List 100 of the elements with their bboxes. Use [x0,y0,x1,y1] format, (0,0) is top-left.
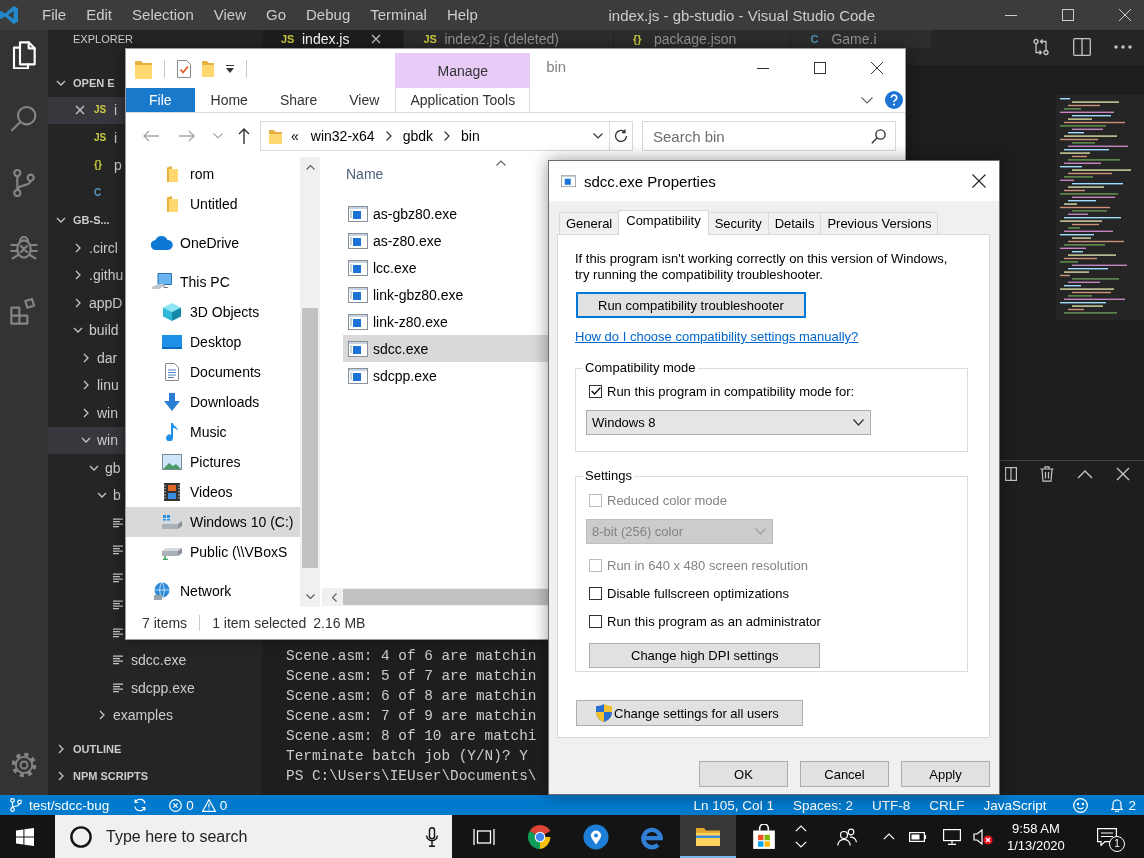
dialog-button[interactable]: Apply [901,761,990,787]
chevron-right-icon[interactable] [444,131,450,141]
help-icon[interactable] [885,91,903,109]
address-bar[interactable]: « win32-x64 gbdk bin [260,121,610,151]
more-icon[interactable] [1114,45,1132,49]
bug-icon[interactable] [10,233,38,261]
tree-item[interactable]: win [48,426,125,454]
close-icon[interactable] [871,62,883,74]
bell-icon[interactable] [1111,798,1124,812]
ribbon-tab[interactable]: Share [263,88,334,112]
refresh-button[interactable] [610,121,633,151]
dialog-tab[interactable]: Previous Versions [820,212,939,234]
file-item[interactable]: sdcpp.exe [343,362,548,389]
chevron-right-icon[interactable] [385,131,392,141]
checkbox-label[interactable]: Run this program as an administrator [607,613,821,629]
people-icon[interactable] [837,827,857,846]
dialog-tab[interactable]: General [559,212,620,234]
error-count[interactable]: 0 [186,797,194,813]
dpi-settings-button[interactable]: Change high DPI settings [589,643,821,668]
section-header[interactable]: GB-S... [48,206,125,234]
nav-item[interactable]: Desktop [126,327,300,357]
warning-icon[interactable] [201,798,216,812]
menu-item[interactable]: File [32,0,77,30]
search-icon[interactable] [10,105,38,133]
all-users-button[interactable]: Change settings for all users [576,700,803,726]
up-arrow-icon[interactable] [238,128,250,144]
customize-arrow-icon[interactable] [226,64,234,73]
scroll-left-icon[interactable] [332,592,337,602]
microphone-icon[interactable] [426,826,438,847]
tree-item[interactable]: sdcc.exe [48,646,191,674]
nav-item[interactable]: rom [126,159,300,189]
scroll-up-icon[interactable] [305,165,315,170]
dialog-button[interactable]: OK [699,761,788,787]
breadcrumb-item[interactable]: gbdk [402,128,433,144]
settings-icon[interactable] [10,751,38,779]
status-item[interactable]: JavaScript [983,797,1047,813]
menu-item[interactable]: Go [256,0,296,30]
tree-item[interactable]: examples [48,701,177,729]
section-header[interactable]: OPEN E [48,69,125,97]
branch-icon[interactable] [10,169,38,197]
editor-tab[interactable]: C Game.i [791,30,932,48]
file-item[interactable]: link-gbz80.exe [343,281,548,308]
file-item[interactable]: as-gbz80.exe [343,200,548,227]
checkbox[interactable] [589,614,602,628]
help-link[interactable]: How do I choose compatibility settings manually? [575,329,859,345]
dropdown[interactable]: Windows 8 [586,410,871,435]
notification-count[interactable]: 2 [1128,797,1136,813]
notification-icon[interactable] [1097,827,1117,846]
nav-item[interactable]: Untitled [126,189,300,219]
warning-count[interactable]: 0 [219,797,228,813]
column-header[interactable]: Name [346,165,384,182]
tree-item[interactable]: dar [48,344,125,372]
nav-item[interactable]: OneDrive [126,228,300,258]
nav-item[interactable]: 3D Objects [126,297,300,327]
dialog-tab[interactable]: Security [707,212,769,234]
menu-item[interactable]: Selection [122,0,204,30]
open-editor-item[interactable]: JS i [48,96,125,124]
menu-item[interactable]: View [203,0,256,30]
breadcrumb-item[interactable]: bin [461,128,480,144]
tree-item[interactable]: sdcpp.exe [48,674,199,702]
checkbox-label[interactable]: Run this program in compatibility mode for: [607,383,855,399]
checkbox[interactable] [589,586,602,600]
scroll-down-icon[interactable] [305,594,315,599]
open-editor-item[interactable]: JS i [48,124,125,152]
tree-item[interactable]: b [48,481,125,509]
file-item[interactable]: lcc.exe [343,254,548,281]
status-item[interactable]: Ln 105, Col 1 [693,797,774,813]
clock[interactable]: 9:58 AM 1/13/2020 [1007,819,1065,854]
minimize-icon[interactable] [1005,14,1017,16]
monitor-icon[interactable] [943,828,961,845]
chevron-up-icon[interactable] [1077,469,1093,479]
tree-item[interactable]: .circl [48,234,125,262]
checkbox[interactable] [589,384,602,398]
menu-item[interactable]: Edit [76,0,123,30]
open-editor-item[interactable]: C [48,179,125,207]
tree-item[interactable]: build [48,316,125,344]
compare-icon[interactable] [1032,38,1050,56]
chevron-down-icon[interactable] [593,133,603,139]
nav-item[interactable]: Pictures [126,447,300,477]
editor-tab[interactable]: {} package.json [613,30,792,48]
section-header[interactable]: OUTLINE [48,735,126,763]
split-editor-icon[interactable] [1073,38,1091,56]
nav-item[interactable]: This PC [126,267,300,297]
editor-tab[interactable]: JS index.js [262,30,405,48]
ribbon-tab[interactable]: Home [194,88,264,112]
status-item[interactable]: Spaces: 2 [792,797,853,813]
status-item[interactable]: CRLF [929,797,965,813]
ribbon-tab[interactable]: File [126,88,195,112]
blocks-icon[interactable] [10,297,38,325]
nav-item[interactable]: Windows 10 (C:) [126,507,300,537]
battery-icon[interactable] [909,831,927,842]
dialog-tab[interactable]: Compatibility [618,210,709,235]
properties-icon[interactable] [177,59,191,78]
scrollbar[interactable] [300,157,320,607]
sync-icon[interactable] [133,798,148,812]
search-field[interactable]: Type here to search [55,815,452,858]
menu-item[interactable]: Help [436,0,488,30]
volume-muted-icon[interactable] [973,828,993,845]
status-item[interactable]: UTF-8 [871,797,911,813]
nav-item[interactable]: Network [126,576,300,606]
